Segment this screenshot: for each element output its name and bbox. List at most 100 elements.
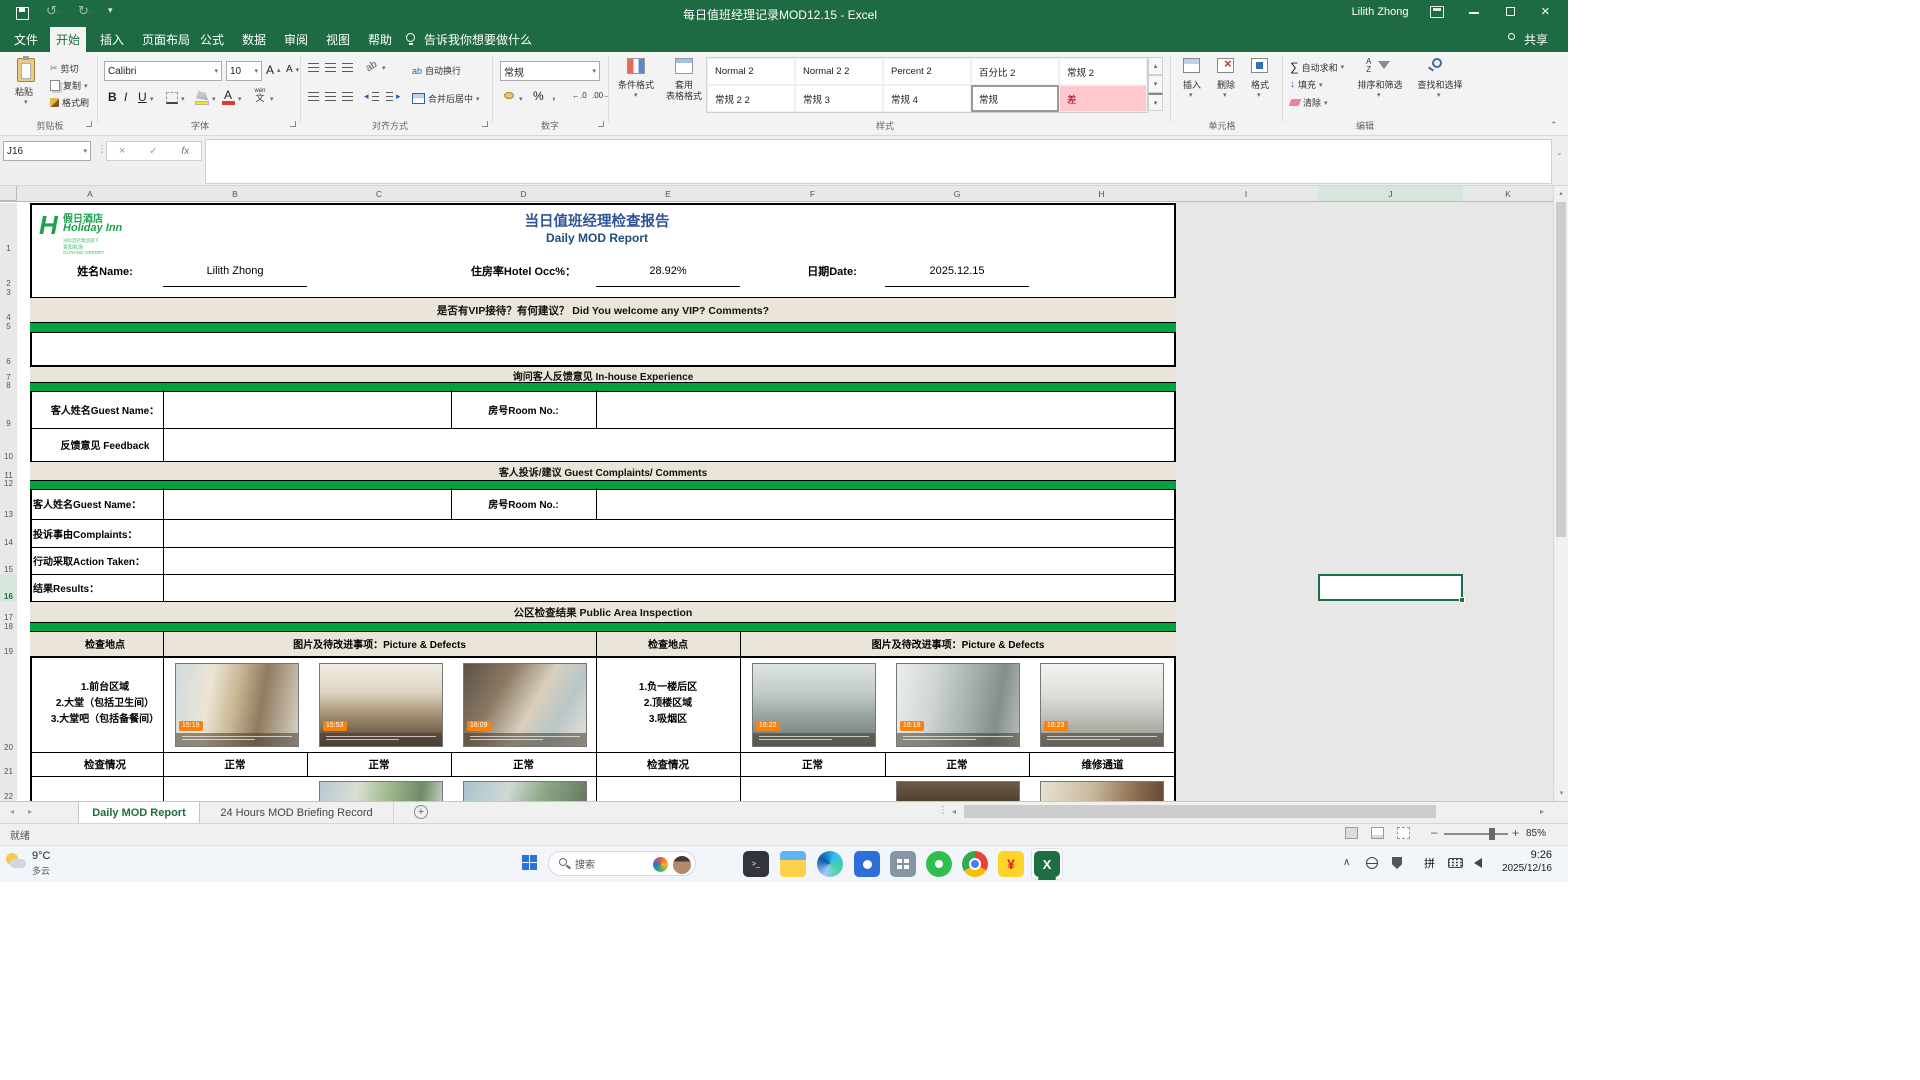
zoom-in-button[interactable]: + <box>1512 826 1519 840</box>
tab-insert[interactable]: 插入 <box>94 27 130 52</box>
styles-scroll-down[interactable]: ▾ <box>1148 75 1163 93</box>
save-button[interactable] <box>16 7 29 20</box>
search-avatar[interactable] <box>673 856 691 874</box>
vertical-scroll-thumb[interactable] <box>1556 202 1566 537</box>
tray-network-icon[interactable] <box>1366 857 1378 869</box>
row-header[interactable]: 14 <box>0 519 18 548</box>
phonetic-guide-button[interactable]: wén文 <box>252 88 268 103</box>
hscroll-right-arrow[interactable]: ▸ <box>1540 807 1544 816</box>
row-header[interactable]: 22 <box>0 776 18 802</box>
volume-icon[interactable] <box>1474 858 1482 868</box>
inspection-photo-partial[interactable] <box>1040 781 1164 801</box>
col-header-E[interactable]: E <box>596 186 741 201</box>
bold-button[interactable]: B <box>108 90 117 104</box>
col-header-G[interactable]: G <box>885 186 1030 201</box>
tab-help[interactable]: 帮助 <box>362 27 398 52</box>
tab-page-layout[interactable]: 页面布局 <box>136 27 196 52</box>
row-header[interactable]: 7 <box>0 366 18 383</box>
cell-style-item-selected[interactable]: 常规 <box>971 85 1059 112</box>
edge-browser-icon[interactable] <box>817 851 843 877</box>
select-all-corner[interactable] <box>0 186 17 201</box>
align-middle-icon[interactable] <box>325 63 336 72</box>
comma-style-button[interactable]: , <box>552 87 556 102</box>
number-dialog-launcher[interactable] <box>598 121 604 127</box>
scroll-up-arrow[interactable]: ▴ <box>1554 186 1568 200</box>
tab-data[interactable]: 数据 <box>236 27 272 52</box>
tab-home[interactable]: 开始 <box>50 27 86 52</box>
clear-button[interactable]: 清除▾ <box>1290 96 1328 109</box>
cell-style-item[interactable]: Normal 2 <box>707 58 795 85</box>
qat-customize-button[interactable]: ▾ <box>108 5 113 16</box>
file-explorer-icon[interactable] <box>780 851 806 877</box>
account-name[interactable]: Lilith Zhong <box>1340 6 1420 18</box>
font-dialog-launcher[interactable] <box>290 121 296 127</box>
row-header[interactable]: 15 <box>0 547 18 575</box>
decrease-indent-button[interactable]: ◂ <box>364 91 379 102</box>
col-header-I[interactable]: I <box>1174 186 1319 201</box>
alignment-dialog-launcher[interactable] <box>482 121 488 127</box>
inspection-photo-lobby-1[interactable]: 15:19 <box>175 663 299 747</box>
cell-styles-gallery[interactable]: Normal 2 Normal 2 2 Percent 2 百分比 2 常规 2… <box>706 57 1148 113</box>
row-header[interactable]: 9 <box>0 390 18 429</box>
align-left-icon[interactable] <box>308 92 319 101</box>
row-header[interactable]: 13 <box>0 488 18 520</box>
inspection-photo-boh-2[interactable]: 16:18 <box>896 663 1020 747</box>
number-format-select[interactable]: 常规▾ <box>500 61 600 81</box>
scroll-down-arrow[interactable]: ▾ <box>1554 786 1568 800</box>
wrap-text-button[interactable]: ab自动换行 <box>412 64 461 77</box>
col-header-C[interactable]: C <box>307 186 452 201</box>
fill-button[interactable]: ↓填充▾ <box>1290 78 1323 91</box>
touch-keyboard-icon[interactable] <box>1448 858 1463 868</box>
grow-font-button[interactable]: A▴ <box>266 63 281 77</box>
start-button[interactable] <box>522 855 537 870</box>
inspection-photo-partial[interactable] <box>463 781 587 801</box>
align-top-icon[interactable] <box>308 63 319 72</box>
cell-style-item[interactable]: 常规 2 2 <box>707 85 795 112</box>
align-right-icon[interactable] <box>342 92 353 101</box>
cancel-icon[interactable]: × <box>119 145 125 157</box>
name-box[interactable]: J16▾ <box>3 141 91 161</box>
formula-input[interactable] <box>205 139 1552 184</box>
fill-color-caret[interactable]: ▾ <box>212 95 216 103</box>
row-header[interactable]: 11 <box>0 461 18 481</box>
col-header-B[interactable]: B <box>163 186 308 201</box>
inspection-photo-boh-3[interactable]: 16:23 <box>1040 663 1164 747</box>
sheet-nav-right-icon[interactable]: ▸ <box>28 807 32 816</box>
italic-button[interactable]: I <box>124 90 127 104</box>
vertical-scrollbar[interactable]: ▴ ▾ <box>1553 186 1568 801</box>
row-header[interactable]: 6 <box>0 331 18 367</box>
ime-indicator[interactable]: 拼 <box>1424 855 1435 871</box>
borders-caret[interactable]: ▾ <box>181 95 185 103</box>
accounting-caret[interactable]: ▾ <box>519 95 523 103</box>
cell-style-item[interactable]: Normal 2 2 <box>795 58 883 85</box>
hscroll-left-arrow[interactable]: ◂ <box>952 807 956 816</box>
taskbar-app-dark-icon[interactable]: >_ <box>743 851 769 877</box>
styles-scroll-up[interactable]: ▴ <box>1148 57 1163 75</box>
increase-indent-button[interactable]: ▸ <box>386 91 401 102</box>
tellme-box[interactable]: 告诉我你想要做什么 <box>418 27 538 52</box>
chrome-icon[interactable] <box>962 851 988 877</box>
tab-file[interactable]: 文件 <box>8 27 44 52</box>
col-header-A[interactable]: A <box>17 186 164 201</box>
normal-view-button[interactable] <box>1345 827 1358 839</box>
zoom-slider-thumb[interactable] <box>1489 828 1495 840</box>
align-bottom-icon[interactable] <box>342 63 353 72</box>
font-color-button[interactable]: A <box>224 88 232 102</box>
sheet-nav-left-icon[interactable]: ◂ <box>10 807 14 816</box>
cell-style-item[interactable]: 常规 4 <box>883 85 971 112</box>
clipboard-dialog-launcher[interactable] <box>86 121 92 127</box>
redo-button[interactable]: ↻▾ <box>78 3 92 19</box>
inspection-photo-partial[interactable] <box>896 781 1020 801</box>
row-header[interactable]: 20 <box>0 656 18 753</box>
format-painter-button[interactable]: 格式刷 <box>50 96 89 109</box>
collapse-ribbon-button[interactable]: ⌃ <box>1550 120 1558 131</box>
row-header[interactable]: 17 <box>0 601 18 623</box>
close-button[interactable]: × <box>1541 3 1550 20</box>
tab-formulas[interactable]: 公式 <box>194 27 230 52</box>
row-header[interactable]: 10 <box>0 428 18 462</box>
formula-expand-button[interactable]: ⌄ <box>1556 148 1563 157</box>
tab-view[interactable]: 视图 <box>320 27 356 52</box>
zoom-slider-track[interactable] <box>1444 833 1508 835</box>
clock-widget[interactable]: 9:26 2025/12/16 <box>1490 849 1552 877</box>
taskbar-app-blue-icon[interactable] <box>854 851 880 877</box>
